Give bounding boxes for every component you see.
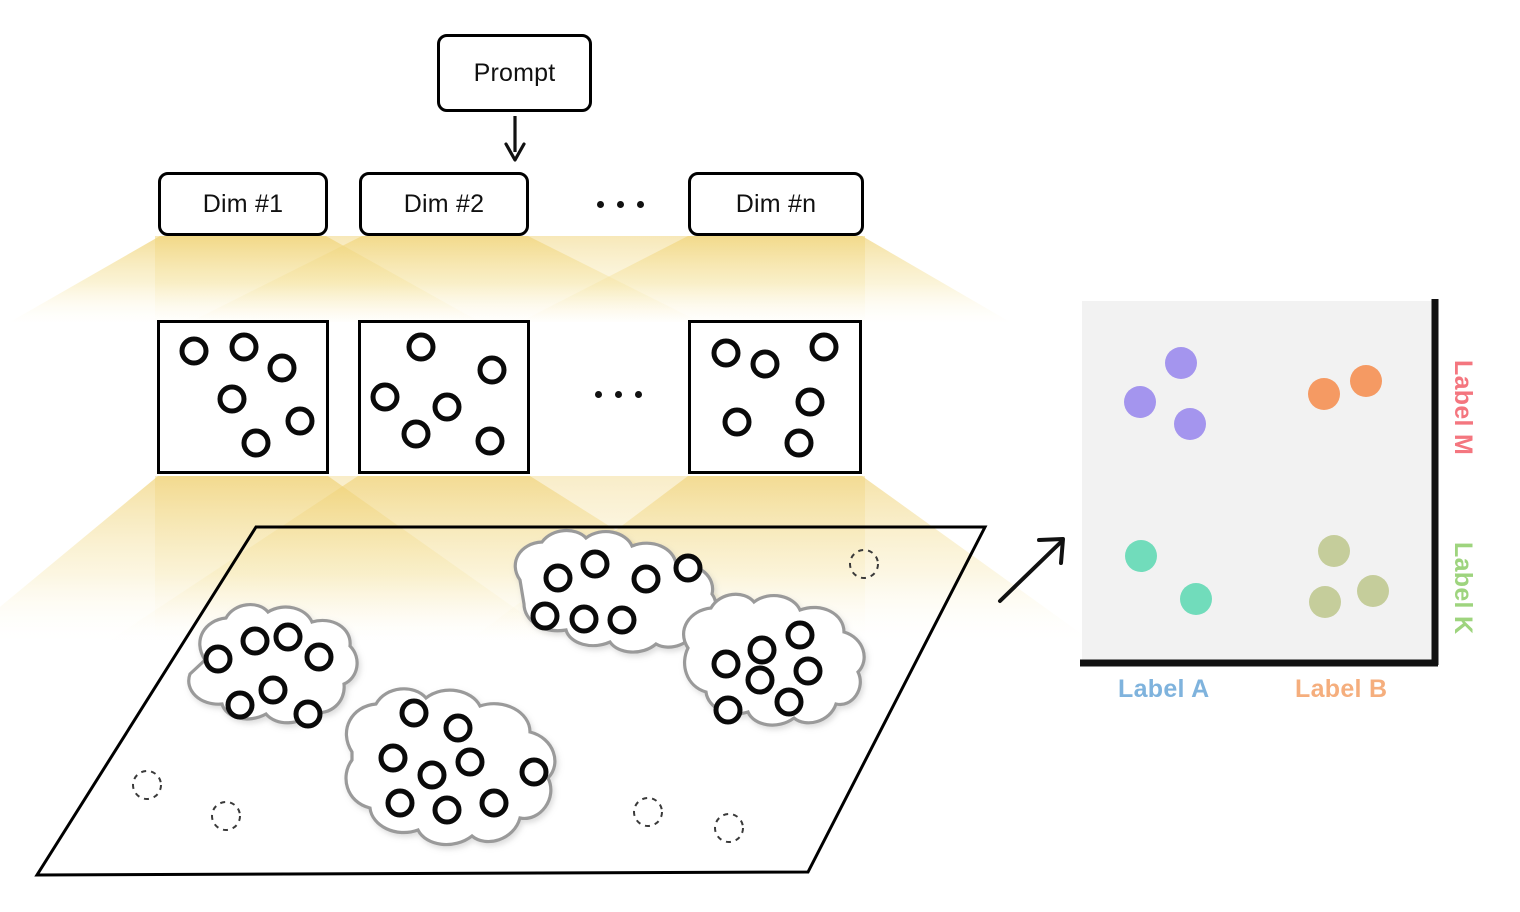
scatter-plot-background xyxy=(1082,301,1435,663)
scatter-point xyxy=(1165,347,1197,379)
scatter-point xyxy=(1309,586,1341,618)
scatter-point xyxy=(1350,365,1382,397)
cluster-blob-right[interactable] xyxy=(682,592,866,727)
y-axis-label-k-text: Label K xyxy=(1449,542,1477,635)
scatter-plot[interactable] xyxy=(1080,299,1439,667)
scatter-point xyxy=(1174,408,1206,440)
x-axis-label-a-text: Label A xyxy=(1118,675,1210,703)
outlier-point xyxy=(211,801,241,831)
y-axis-label-k: Label K xyxy=(1448,542,1477,634)
sample-points-box-1 xyxy=(179,332,315,458)
outlier-point xyxy=(633,797,663,827)
vector-art-layer xyxy=(34,116,1439,877)
scatter-point xyxy=(1308,378,1340,410)
scatter-point xyxy=(1318,535,1350,567)
x-axis-label-b: Label B xyxy=(1295,675,1387,704)
scatter-point xyxy=(1125,540,1157,572)
outlier-point xyxy=(132,770,162,800)
y-axis-label-m: Label M xyxy=(1448,360,1477,455)
scatter-point xyxy=(1357,575,1389,607)
scatter-point xyxy=(1124,386,1156,418)
x-axis-label-b-text: Label B xyxy=(1295,675,1388,703)
outlier-point xyxy=(714,813,744,843)
sample-points-box-2 xyxy=(370,332,507,456)
x-axis-label-a: Label A xyxy=(1118,675,1209,704)
y-axis-label-m-text: Label M xyxy=(1449,360,1477,456)
sample-points-box-n xyxy=(711,332,839,458)
plane-to-scatter-arrow xyxy=(998,537,1065,603)
scatter-point xyxy=(1180,583,1212,615)
outlier-point xyxy=(849,549,879,579)
diagram-canvas: Prompt Dim #1 Dim #2 Dim #n Label A Labe… xyxy=(0,0,1520,912)
prompt-to-dim-arrow xyxy=(504,116,526,162)
